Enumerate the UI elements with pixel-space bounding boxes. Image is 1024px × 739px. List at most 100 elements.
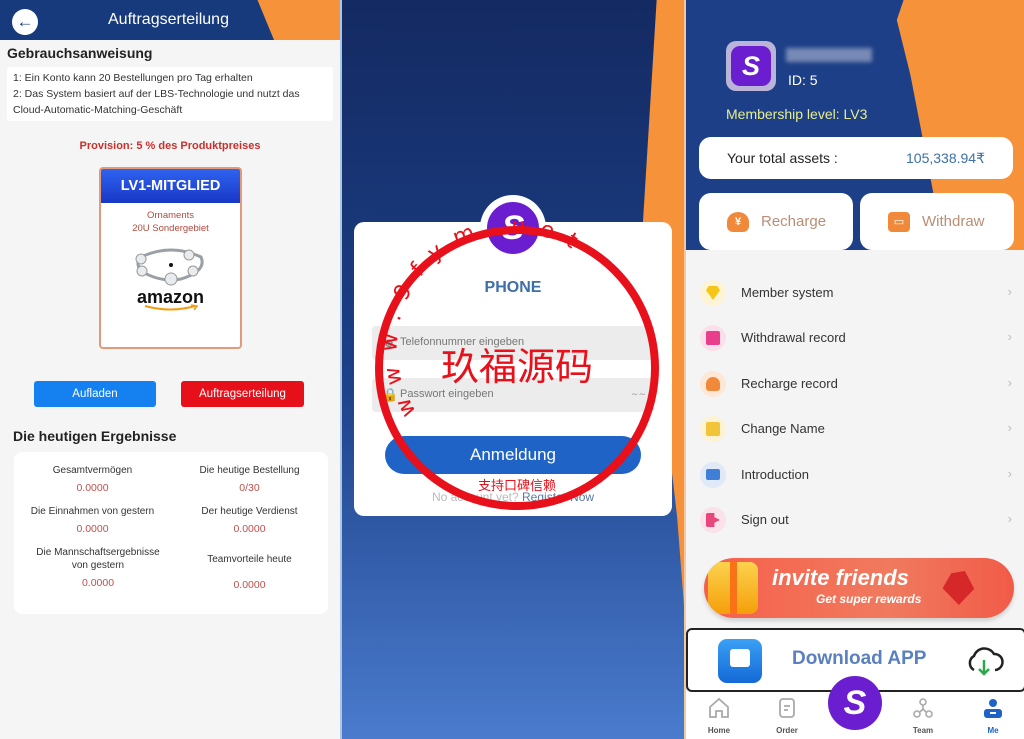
register-link[interactable]: Register Now bbox=[522, 490, 594, 504]
menu-item-recharge-record[interactable]: Recharge record › bbox=[686, 361, 1024, 406]
header-decoration bbox=[257, 0, 340, 40]
brand-logo: amazon bbox=[136, 287, 205, 307]
instructions-box: 1: Ein Konto kann 20 Bestellungen pro Ta… bbox=[7, 67, 333, 121]
nav-label: Team bbox=[912, 726, 934, 735]
order-screen: ← Auftragserteilung Gebrauchsanweisung 1… bbox=[0, 0, 342, 739]
nav-home[interactable]: Home bbox=[694, 696, 744, 735]
result-value: 0.0000 bbox=[76, 482, 109, 494]
phone-input[interactable]: ☻ Telefonnummer eingeben bbox=[372, 326, 654, 360]
login-screen: S PHONE ☻ Telefonnummer eingeben 🔒 Passw… bbox=[342, 0, 684, 739]
wallet-icon: ▭ bbox=[888, 212, 910, 232]
menu-label: Recharge record bbox=[741, 375, 838, 391]
place-order-button[interactable]: Auftragserteilung bbox=[181, 381, 304, 407]
withdraw-button[interactable]: ▭ Withdraw bbox=[860, 193, 1014, 250]
instructions-title: Gebrauchsanweisung bbox=[7, 45, 153, 61]
profile-menu: Member system › Withdrawal record › Rech… bbox=[686, 270, 1024, 542]
menu-item-change-name[interactable]: Change Name › bbox=[686, 406, 1024, 451]
profile-screen: S ID: 5 Membership level: LV3 Your total… bbox=[684, 0, 1024, 739]
result-cell: Die Einnahmen von gestern 0.0000 bbox=[14, 505, 171, 535]
phone-placeholder: Telefonnummer eingeben bbox=[400, 336, 525, 348]
home-icon bbox=[709, 697, 729, 718]
cloud-download-icon bbox=[968, 647, 1004, 676]
chevron-right-icon: › bbox=[1007, 374, 1012, 390]
result-value: 0.0000 bbox=[233, 523, 266, 535]
membership-level: Membership level: LV3 bbox=[726, 106, 868, 122]
result-cell: Die Mannschaftsergebnisse von gestern 0.0… bbox=[28, 546, 168, 589]
result-label: Der heutige Verdienst bbox=[201, 506, 298, 517]
nav-label: Order bbox=[776, 726, 798, 735]
instruction-line: 1: Ein Konto kann 20 Bestellungen pro Ta… bbox=[13, 72, 253, 84]
level-card[interactable]: LV1-MITGLIED Ornaments 20U Sondergebiet … bbox=[99, 167, 242, 349]
edit-glyph bbox=[706, 422, 720, 437]
menu-label: Sign out bbox=[741, 511, 789, 527]
no-account-text: No account yet? bbox=[431, 490, 519, 504]
invite-friends-banner[interactable]: invite friends Get super rewards bbox=[704, 558, 1014, 618]
result-cell: Teamvorteile heute 0.0000 bbox=[171, 553, 328, 591]
app-logo: S bbox=[487, 202, 539, 254]
back-button[interactable]: ← bbox=[12, 9, 38, 35]
avatar[interactable]: S bbox=[731, 46, 771, 86]
nav-team[interactable]: Team bbox=[898, 696, 948, 735]
menu-item-sign-out[interactable]: Sign out › bbox=[686, 497, 1024, 542]
password-placeholder: Passwort eingeben bbox=[400, 388, 494, 400]
moneybag-icon: ¥ bbox=[727, 212, 749, 232]
register-row: No account yet? Register Now bbox=[342, 490, 684, 504]
results-panel: Gesamtvermögen 0.0000 Die heutige Bestell… bbox=[14, 452, 328, 614]
gem-icon bbox=[939, 566, 979, 608]
login-button[interactable]: Anmeldung bbox=[385, 436, 641, 474]
withdraw-label: Withdraw bbox=[922, 213, 985, 230]
instruction-line: 2: Das System basiert auf der LBS-Techno… bbox=[13, 88, 300, 116]
result-label: Die Einnahmen von gestern bbox=[30, 506, 155, 517]
menu-item-introduction[interactable]: Introduction › bbox=[686, 452, 1024, 497]
user-icon: ☻ bbox=[382, 335, 396, 350]
recharge-button[interactable]: ¥ Recharge bbox=[699, 193, 853, 250]
wallet-glyph bbox=[706, 331, 720, 346]
nav-me[interactable]: Me bbox=[968, 696, 1018, 735]
card-category: Ornaments bbox=[147, 210, 194, 221]
level-title: LV1-MITGLIED bbox=[101, 169, 240, 203]
card-zone: 20U Sondergebiet bbox=[132, 223, 209, 234]
download-label: Download APP bbox=[792, 648, 927, 669]
invite-title: invite friends bbox=[772, 565, 909, 590]
result-label: Teamvorteile heute bbox=[207, 554, 292, 565]
eye-closed-icon[interactable]: ∼∼ bbox=[631, 389, 646, 400]
menu-item-withdrawal-record[interactable]: Withdrawal record › bbox=[686, 315, 1024, 360]
nav-label: Home bbox=[707, 726, 731, 735]
result-cell: Gesamtvermögen 0.0000 bbox=[14, 464, 171, 494]
menu-item-member-system[interactable]: Member system › bbox=[686, 270, 1024, 315]
header: ← Auftragserteilung bbox=[0, 0, 340, 40]
results-title: Die heutigen Ergebnisse bbox=[13, 428, 177, 444]
invite-subtitle: Get super rewards bbox=[816, 592, 922, 606]
chevron-right-icon: › bbox=[1007, 465, 1012, 481]
order-icon bbox=[779, 698, 795, 718]
tab-phone[interactable]: PHONE bbox=[342, 279, 684, 297]
assets-label: Your total assets : bbox=[727, 150, 838, 166]
app-icon bbox=[718, 639, 762, 683]
chevron-right-icon: › bbox=[1007, 510, 1012, 526]
result-value: 0.0000 bbox=[81, 577, 115, 589]
commission-text: Provision: 5 % des Produktpreises bbox=[79, 140, 261, 152]
idcard-glyph bbox=[706, 468, 720, 480]
chevron-right-icon: › bbox=[1007, 329, 1012, 345]
menu-label: Change Name bbox=[741, 421, 825, 437]
bracelet-image bbox=[135, 248, 203, 286]
recharge-button[interactable]: Aufladen bbox=[34, 381, 156, 407]
recharge-label: Recharge bbox=[761, 213, 827, 230]
menu-label: Introduction bbox=[741, 466, 809, 482]
lock-icon: 🔒 bbox=[382, 387, 399, 402]
menu-label: Member system bbox=[741, 285, 834, 300]
result-value: 0/30 bbox=[239, 482, 260, 494]
user-id: ID: 5 bbox=[788, 72, 818, 88]
blurred-username bbox=[786, 48, 872, 62]
result-value: 0.0000 bbox=[76, 523, 109, 535]
user-icon bbox=[984, 699, 1002, 718]
arrow-left-icon: ← bbox=[16, 12, 34, 31]
password-input[interactable]: 🔒 Passwort eingeben ∼∼ bbox=[372, 378, 654, 412]
chevron-right-icon: › bbox=[1007, 420, 1012, 436]
chevron-right-icon: › bbox=[1007, 284, 1012, 299]
nav-order[interactable]: Order bbox=[762, 696, 812, 735]
assets-card: Your total assets : 105,338.94₹ bbox=[699, 137, 1013, 179]
menu-label: Withdrawal record bbox=[741, 330, 846, 346]
center-logo-button[interactable]: S bbox=[828, 676, 882, 730]
result-cell: Die heutige Bestellung 0/30 bbox=[171, 464, 328, 494]
